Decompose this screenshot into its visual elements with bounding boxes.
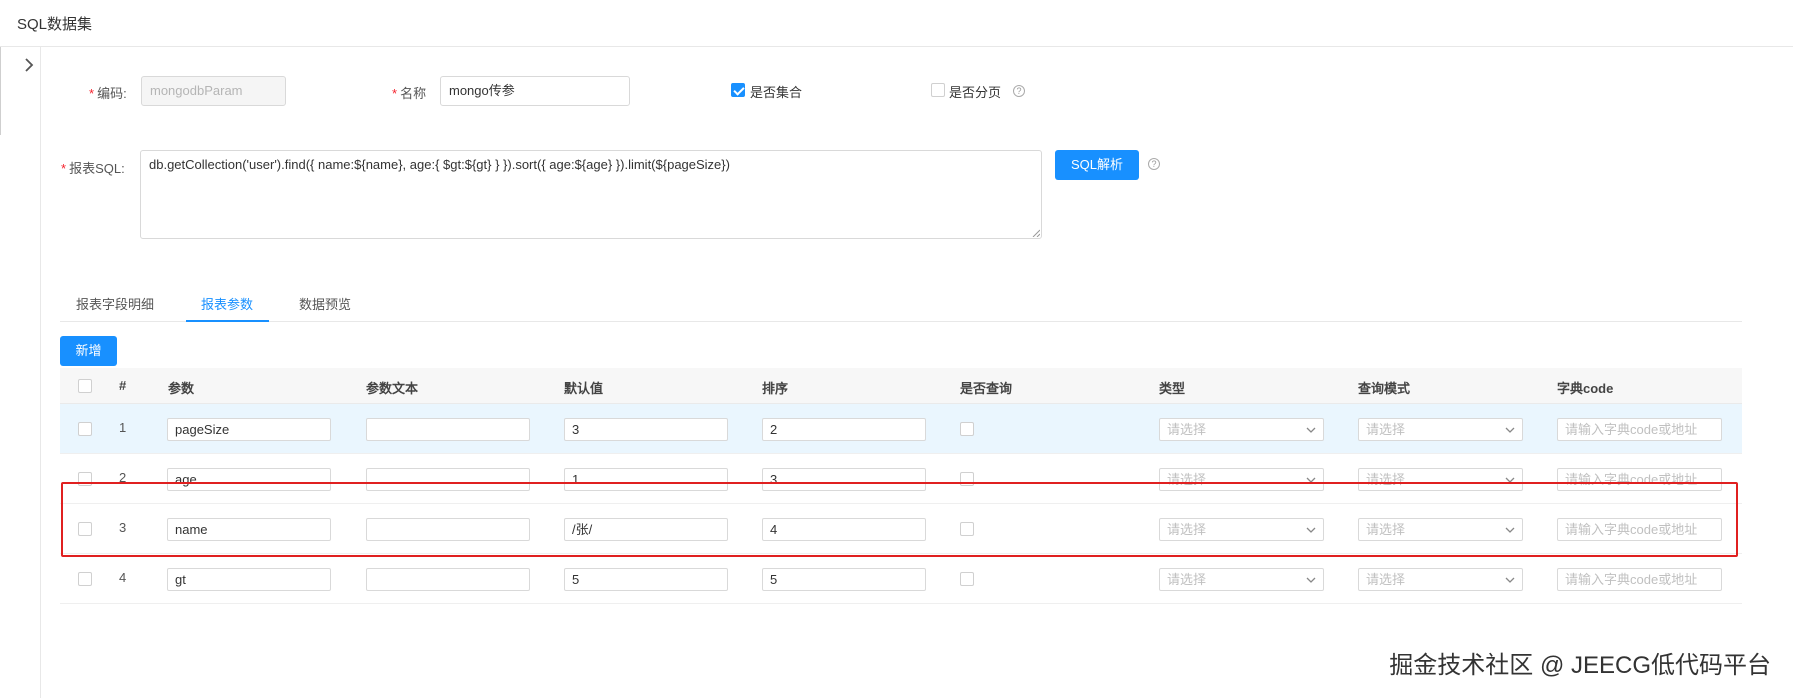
- param-text-input[interactable]: [366, 418, 530, 441]
- sql-label-text: 报表SQL:: [69, 161, 125, 176]
- header-dict-code: 字典code: [1557, 381, 1614, 396]
- watermark: 掘金技术社区 @ JEECG低代码平台: [1389, 652, 1771, 679]
- tab-report-params[interactable]: 报表参数: [201, 294, 253, 321]
- header-query-mode: 查询模式: [1358, 381, 1411, 396]
- row-index: 1: [119, 420, 127, 435]
- page-header: SQL数据集: [0, 0, 1793, 47]
- is-query-checkbox[interactable]: [960, 572, 974, 586]
- is-collection-label: 是否集合: [750, 85, 803, 100]
- header-index: #: [119, 378, 127, 393]
- add-button[interactable]: 新增: [60, 336, 117, 366]
- select-placeholder: 请选择: [1167, 572, 1207, 587]
- param-text-input[interactable]: [366, 568, 530, 591]
- table-header: # 参数 参数文本 默认值 排序 是否查询 类型 查询模式 字典code: [60, 368, 1742, 404]
- tab-bar: 报表字段明细 报表参数 数据预览: [60, 290, 1742, 322]
- help-icon[interactable]: ?: [1013, 85, 1025, 97]
- is-collection-checkbox[interactable]: [731, 83, 745, 97]
- default-input[interactable]: 5: [564, 568, 728, 591]
- tab-data-preview[interactable]: 数据预览: [299, 294, 351, 321]
- chevron-down-icon: [1306, 427, 1316, 433]
- sidebar-divider: [0, 47, 1, 135]
- type-select[interactable]: 请选择: [1159, 568, 1324, 591]
- header-param-text: 参数文本: [366, 381, 419, 396]
- header-default: 默认值: [564, 381, 604, 396]
- active-tab-indicator: [186, 320, 269, 322]
- sql-label: * 报表SQL:: [61, 158, 125, 177]
- order-input[interactable]: 5: [762, 568, 926, 591]
- param-input[interactable]: pageSize: [167, 418, 331, 441]
- query-mode-select[interactable]: 请选择: [1358, 418, 1523, 441]
- required-mark: *: [89, 86, 95, 101]
- table-row[interactable]: 4 gt 5 5 请选择 请选择 请输入字典code或地址: [60, 554, 1742, 604]
- header-type: 类型: [1159, 381, 1186, 396]
- row-checkbox[interactable]: [78, 572, 92, 586]
- sql-parse-button[interactable]: SQL解析: [1055, 150, 1139, 180]
- code-field[interactable]: mongodbParam: [141, 76, 286, 106]
- code-label-text: 编码:: [97, 86, 127, 101]
- header-param: 参数: [168, 381, 195, 396]
- sidebar: [0, 47, 41, 698]
- tab-field-details[interactable]: 报表字段明细: [76, 294, 154, 321]
- select-placeholder: 请选择: [1167, 422, 1207, 437]
- header-is-query: 是否查询: [960, 381, 1013, 396]
- required-mark: *: [392, 86, 398, 101]
- code-label: * 编码:: [89, 83, 127, 102]
- name-label: * 名称: [392, 83, 426, 102]
- row-index: 4: [119, 570, 127, 585]
- highlight-box: [61, 482, 1738, 557]
- help-icon[interactable]: ?: [1148, 158, 1160, 170]
- resize-handle-icon[interactable]: [1032, 229, 1040, 237]
- param-input[interactable]: gt: [167, 568, 331, 591]
- sql-text: db.getCollection('user').find({ name:${n…: [149, 157, 730, 172]
- chevron-right-icon[interactable]: [20, 55, 40, 75]
- select-placeholder: 请选择: [1366, 572, 1406, 587]
- select-placeholder: 请选择: [1366, 422, 1406, 437]
- name-label-text: 名称: [400, 86, 427, 101]
- page-title: SQL数据集: [17, 16, 93, 33]
- query-mode-select[interactable]: 请选择: [1358, 568, 1523, 591]
- order-input[interactable]: 2: [762, 418, 926, 441]
- default-input[interactable]: 3: [564, 418, 728, 441]
- name-field[interactable]: mongo传参: [440, 76, 630, 106]
- required-mark: *: [61, 161, 67, 176]
- table-row[interactable]: 1 pageSize 3 2 请选择 请选择 请输入字典code或地址: [60, 404, 1742, 454]
- is-paged-label: 是否分页: [949, 85, 1002, 100]
- sql-textarea[interactable]: db.getCollection('user').find({ name:${n…: [140, 150, 1042, 239]
- is-query-checkbox[interactable]: [960, 422, 974, 436]
- header-order: 排序: [762, 381, 789, 396]
- is-paged-checkbox[interactable]: [931, 83, 945, 97]
- row-checkbox[interactable]: [78, 422, 92, 436]
- chevron-down-icon: [1306, 577, 1316, 583]
- select-all-checkbox[interactable]: [78, 379, 92, 393]
- chevron-down-icon: [1505, 577, 1515, 583]
- dict-code-input[interactable]: 请输入字典code或地址: [1557, 418, 1722, 441]
- dict-code-input[interactable]: 请输入字典code或地址: [1557, 568, 1722, 591]
- chevron-down-icon: [1505, 427, 1515, 433]
- type-select[interactable]: 请选择: [1159, 418, 1324, 441]
